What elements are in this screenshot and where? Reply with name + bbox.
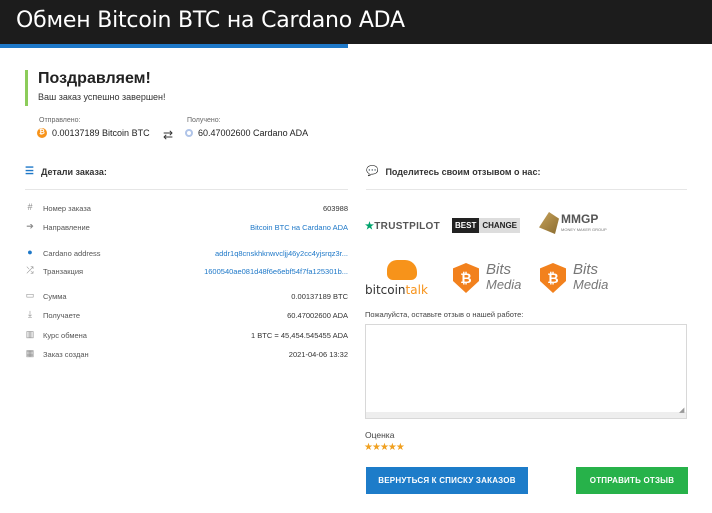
- detail-label: Получаете: [43, 311, 81, 320]
- bitsmedia-text-2: Media: [573, 277, 609, 292]
- detail-row: ⤮ Транзакция 1600540ae081d48f6e6ebf54f7f…: [25, 265, 348, 279]
- success-subtitle: Ваш заказ успешно завершен!: [38, 92, 166, 102]
- sent-value: 0.00137189 Bitcoin BTC: [52, 128, 150, 138]
- transaction-link[interactable]: 1600540ae081d48f6e6ebf54f7fa125301b...: [204, 267, 348, 276]
- mmgp-logo-icon: [539, 212, 559, 234]
- success-message: Поздравляем! Ваш заказ успешно завершен!: [25, 70, 166, 106]
- direction-link[interactable]: Bitcoin BTC на Cardano ADA: [250, 223, 348, 232]
- title-bar: Обмен Bitcoin BTC на Cardano ADA: [0, 0, 712, 44]
- cardano-icon: [185, 129, 193, 137]
- resize-grip-icon[interactable]: ◢: [679, 406, 684, 414]
- detail-row: ⤓ Получаете 60.47002600 ADA: [25, 309, 348, 323]
- bitsmedia-shield-icon: ₿: [453, 263, 479, 293]
- feedback-heading: 💬 Поделитесь своим отзывом о нас:: [366, 166, 540, 177]
- details-divider: [25, 189, 348, 190]
- bitcoin-icon: ₿: [37, 128, 47, 138]
- detail-row: # Номер заказа 603988: [25, 202, 348, 216]
- rating-stars[interactable]: ★★★★★: [364, 442, 405, 453]
- received-block: Получено: 60.47002600 Cardano ADA: [185, 117, 308, 138]
- bitcointalk-text: bitcointalk: [365, 283, 428, 297]
- star-icon[interactable]: ★: [364, 442, 373, 453]
- detail-row: ● Cardano address addr1q8cnskhknwvcljj46…: [25, 247, 348, 261]
- direction-icon: ➔: [26, 221, 34, 231]
- bestchange-text-2: CHANGE: [479, 218, 521, 233]
- review-sites: ★TRUSTPILOT BEST CHANGE MMGP MONEY MAKER …: [365, 205, 687, 305]
- bitsmedia-shield-icon: ₿: [540, 263, 566, 293]
- trustpilot-text: TRUSTPILOT: [374, 221, 441, 232]
- list-icon: ☰: [25, 166, 34, 177]
- window-title: Обмен Bitcoin BTC на Cardano ADA: [16, 8, 405, 33]
- address-icon: ●: [27, 247, 33, 257]
- detail-value: 1 BTC = 45,454.545455 ADA: [251, 331, 348, 340]
- detail-value: 2021-04-06 13:32: [288, 350, 348, 359]
- bestchange-text-1: BEST: [452, 218, 480, 233]
- success-heading: Поздравляем!: [38, 70, 151, 87]
- review-textarea[interactable]: [365, 324, 687, 419]
- details-heading-text: Детали заказа:: [40, 166, 107, 177]
- rating-label: Оценка: [365, 430, 395, 440]
- bestchange-link[interactable]: BEST CHANGE: [452, 218, 521, 233]
- detail-label: Cardano address: [43, 249, 101, 258]
- star-icon[interactable]: ★: [372, 442, 381, 453]
- details-heading: ☰ Детали заказа:: [25, 166, 107, 177]
- swap-icon: ⇄: [163, 128, 174, 142]
- chart-icon: ▥: [25, 329, 35, 339]
- detail-value: 60.47002600 ADA: [287, 311, 348, 320]
- bitsmedia-link-1[interactable]: ₿ Bits Media: [453, 261, 523, 299]
- hash-icon: #: [27, 202, 33, 212]
- detail-value: 0.00137189 BTC: [291, 292, 348, 301]
- sent-block: Отправлено: ₿ 0.00137189 Bitcoin BTC: [37, 117, 150, 138]
- bitsmedia-link-2[interactable]: ₿ Bits Media: [540, 261, 610, 299]
- review-label: Пожалуйста, оставьте отзыв о нашей работ…: [365, 310, 524, 319]
- bitcointalk-cloud-icon: [387, 260, 417, 280]
- star-icon[interactable]: ★: [380, 442, 389, 453]
- star-icon[interactable]: ★: [396, 442, 405, 453]
- calendar-icon: ▦: [25, 348, 35, 358]
- wallet-icon: ▭: [25, 290, 35, 300]
- send-review-button[interactable]: ОТПРАВИТЬ ОТЗЫВ: [576, 467, 688, 494]
- chat-icon: 💬: [366, 166, 379, 177]
- bitsmedia-text-2: Media: [486, 277, 522, 292]
- back-to-orders-button[interactable]: ВЕРНУТЬСЯ К СПИСКУ ЗАКАЗОВ: [366, 467, 528, 494]
- mmgp-subtext: MONEY MAKER GROUP: [561, 227, 607, 232]
- detail-label: Сумма: [43, 292, 67, 301]
- sent-label: Отправлено:: [39, 117, 81, 124]
- detail-row: ▦ Заказ создан 2021-04-06 13:32: [25, 348, 348, 362]
- bitcointalk-link[interactable]: bitcointalk: [365, 260, 435, 300]
- received-label: Получено:: [187, 117, 221, 124]
- detail-value: 603988: [322, 204, 348, 213]
- detail-label: Заказ создан: [43, 350, 89, 359]
- feedback-heading-text: Поделитесь своим отзывом о нас:: [385, 166, 541, 177]
- trustpilot-link[interactable]: ★TRUSTPILOT: [365, 221, 440, 232]
- received-value: 60.47002600 Cardano ADA: [198, 128, 309, 138]
- bitsmedia-text-1: Bits: [486, 261, 512, 278]
- feedback-divider: [366, 189, 687, 190]
- shuffle-icon: ⤮: [26, 265, 34, 275]
- address-link[interactable]: addr1q8cnskhknwvcljj46y2cc4yjsrqz3r...: [215, 249, 348, 258]
- bitsmedia-text-1: Bits: [573, 261, 599, 278]
- download-icon: ⤓: [28, 309, 32, 319]
- detail-label: Номер заказа: [43, 204, 91, 213]
- review-scrollbar[interactable]: [366, 412, 686, 418]
- detail-label: Направление: [43, 223, 90, 232]
- star-icon: ★: [365, 221, 375, 232]
- detail-label: Курс обмена: [43, 331, 87, 340]
- mmgp-text: MMGP: [561, 212, 599, 226]
- detail-row: ▭ Сумма 0.00137189 BTC: [25, 290, 348, 304]
- accent-bar: [0, 44, 348, 48]
- detail-row: ➔ Направление Bitcoin BTC на Cardano ADA: [25, 221, 348, 235]
- mmgp-link[interactable]: MMGP MONEY MAKER GROUP: [539, 210, 609, 240]
- star-icon[interactable]: ★: [388, 442, 397, 453]
- detail-row: ▥ Курс обмена 1 BTC = 45,454.545455 ADA: [25, 329, 348, 343]
- detail-label: Транзакция: [43, 267, 84, 276]
